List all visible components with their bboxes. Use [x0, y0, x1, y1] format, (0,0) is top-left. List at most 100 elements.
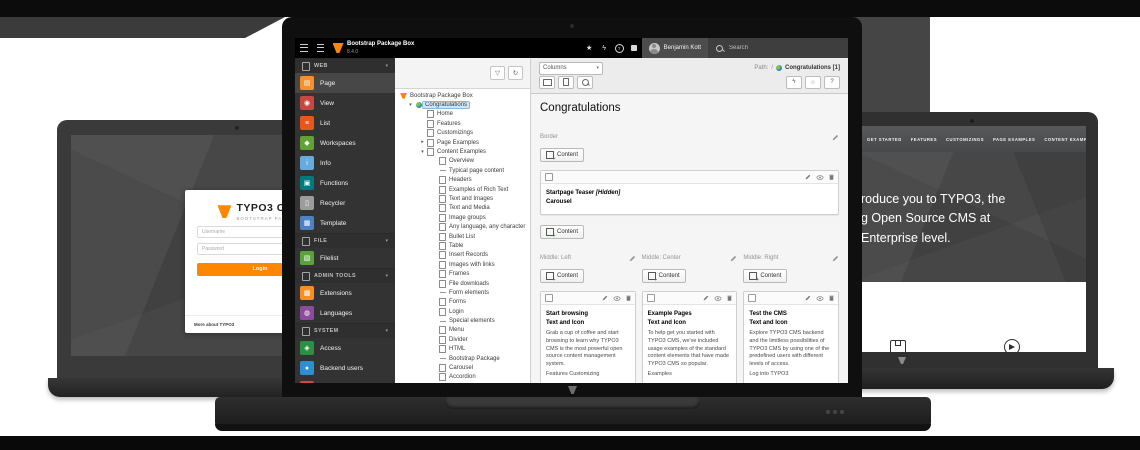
content-element-card[interactable]: Test the CMS Text and Icon Explore TYPO3…: [743, 291, 839, 383]
collapse-icon[interactable]: [419, 150, 426, 155]
module-list[interactable]: ≡List: [295, 113, 395, 133]
module-info[interactable]: iInfo: [295, 153, 395, 173]
delete-icon[interactable]: [626, 295, 631, 301]
module-recycler[interactable]: ▯Recycler: [295, 193, 395, 213]
tree-item-root[interactable]: Bootstrap Package Box: [395, 91, 530, 100]
bookmarks-button[interactable]: ★: [582, 38, 597, 58]
tree-item[interactable]: Text and Images: [395, 194, 530, 203]
section-admin-tools[interactable]: ADMIN TOOLS▾: [295, 268, 395, 283]
content-element-card[interactable]: Start browsing Text and Icon Grab a cup …: [540, 291, 636, 383]
nav-features[interactable]: FEATURES: [911, 137, 937, 142]
module-view[interactable]: ◉View: [295, 93, 395, 113]
typo3-logo-button[interactable]: [329, 38, 347, 58]
tree-item[interactable]: Image groups: [395, 213, 530, 222]
collapse-icon[interactable]: [407, 103, 414, 108]
tree-item[interactable]: Special elements: [395, 316, 530, 325]
add-content-button[interactable]: Content: [540, 269, 584, 283]
add-content-button[interactable]: Content: [743, 269, 787, 283]
help-button[interactable]: ?: [824, 76, 840, 89]
section-system[interactable]: SYSTEM▾: [295, 323, 395, 338]
tree-item[interactable]: Insert Records: [395, 251, 530, 260]
expand-icon[interactable]: [419, 140, 426, 145]
tree-item[interactable]: Home: [395, 110, 530, 119]
tree-item[interactable]: Table: [395, 241, 530, 250]
module-functions[interactable]: ▣Functions: [295, 173, 395, 193]
content-element-card[interactable]: Example Pages Text and Icon To help get …: [642, 291, 738, 383]
tree-item[interactable]: Overview: [395, 157, 530, 166]
edit-icon[interactable]: [832, 134, 839, 141]
search-button[interactable]: [577, 76, 593, 89]
tree-refresh-button[interactable]: ↻: [508, 66, 523, 80]
edit-icon[interactable]: [832, 255, 839, 262]
add-content-button[interactable]: Content: [540, 148, 584, 162]
tree-item[interactable]: Bullet List: [395, 232, 530, 241]
module-languages[interactable]: ◍Languages: [295, 303, 395, 323]
visibility-icon[interactable]: [613, 296, 621, 301]
edit-icon[interactable]: [730, 255, 737, 262]
module-filelist[interactable]: ▧Filelist: [295, 248, 395, 268]
tree-item[interactable]: Carousel: [395, 363, 530, 372]
delete-icon[interactable]: [727, 295, 732, 301]
module-backend-users[interactable]: ●Backend users: [295, 358, 395, 378]
tree-item[interactable]: Accordion: [395, 373, 530, 382]
tree-item[interactable]: Page Examples: [395, 138, 530, 147]
edit-icon[interactable]: [805, 295, 811, 301]
more-about-link[interactable]: More about TYPO3: [194, 322, 234, 327]
tree-item[interactable]: Features: [395, 119, 530, 128]
edit-icon[interactable]: [703, 295, 709, 301]
tree-item[interactable]: Form elements: [395, 288, 530, 297]
tree-item[interactable]: Congratulations: [395, 100, 530, 109]
clear-cache-button[interactable]: ϟ: [597, 38, 612, 58]
nav-content-examples[interactable]: CONTENT EXAMPLES: [1044, 137, 1086, 142]
topbar-search[interactable]: [708, 38, 848, 58]
tree-filter-button[interactable]: ▽: [490, 66, 505, 80]
tree-item[interactable]: Examples of Rich Text: [395, 185, 530, 194]
content-element-card[interactable]: Startpage Teaser [Hidden] Carousel: [540, 170, 839, 215]
tree-item[interactable]: Bootstrap Package: [395, 354, 530, 363]
menu-toggle-button[interactable]: [295, 38, 312, 58]
tree-item[interactable]: Typical page content: [395, 166, 530, 175]
add-content-button[interactable]: Content: [642, 269, 686, 283]
visibility-icon[interactable]: [816, 296, 824, 301]
opendocs-button[interactable]: [627, 38, 642, 58]
tree-item[interactable]: File downloads: [395, 279, 530, 288]
tree-item[interactable]: Content Examples: [395, 147, 530, 156]
tree-item[interactable]: Any language, any character: [395, 222, 530, 231]
visibility-icon[interactable]: [816, 175, 824, 180]
edit-page-properties-button[interactable]: [558, 76, 574, 89]
module-template[interactable]: ▦Template: [295, 213, 395, 233]
add-content-button[interactable]: Content: [540, 225, 584, 239]
tree-item[interactable]: Forms: [395, 298, 530, 307]
section-web[interactable]: WEB▾: [295, 58, 395, 73]
module-log[interactable]: ▥Log: [295, 378, 395, 383]
edit-icon[interactable]: [602, 295, 608, 301]
tree-item[interactable]: Divider: [395, 335, 530, 344]
module-page[interactable]: ▤Page: [295, 73, 395, 93]
view-mode-select[interactable]: Columns▾: [539, 62, 603, 75]
edit-icon[interactable]: [805, 174, 811, 180]
search-input[interactable]: [727, 44, 840, 52]
tree-item[interactable]: Customizings: [395, 129, 530, 138]
tree-item[interactable]: Text and Media: [395, 204, 530, 213]
module-extensions[interactable]: ▩Extensions: [295, 283, 395, 303]
module-workspaces[interactable]: ◆Workspaces: [295, 133, 395, 153]
module-access[interactable]: ◈Access: [295, 338, 395, 358]
tree-item[interactable]: Images with links: [395, 260, 530, 269]
help-button[interactable]: ?: [612, 38, 627, 58]
edit-icon[interactable]: [629, 255, 636, 262]
clear-cache-button[interactable]: ϟ: [786, 76, 802, 89]
tree-item[interactable]: Headers: [395, 176, 530, 185]
delete-icon[interactable]: [829, 174, 834, 180]
visibility-icon[interactable]: [714, 296, 722, 301]
nav-page-examples[interactable]: PAGE EXAMPLES: [993, 137, 1035, 142]
section-file[interactable]: FILE▾: [295, 233, 395, 248]
tree-item[interactable]: Frames: [395, 269, 530, 278]
delete-icon[interactable]: [829, 295, 834, 301]
tree-item[interactable]: Menu: [395, 326, 530, 335]
tree-item[interactable]: HTML: [395, 345, 530, 354]
nav-customizings[interactable]: CUSTOMIZINGS: [946, 137, 984, 142]
bookmark-button[interactable]: ☆: [805, 76, 821, 89]
view-webpage-button[interactable]: [539, 76, 555, 89]
pagetree-toggle-button[interactable]: [312, 38, 329, 58]
nav-get-started[interactable]: GET STARTED: [867, 137, 902, 142]
